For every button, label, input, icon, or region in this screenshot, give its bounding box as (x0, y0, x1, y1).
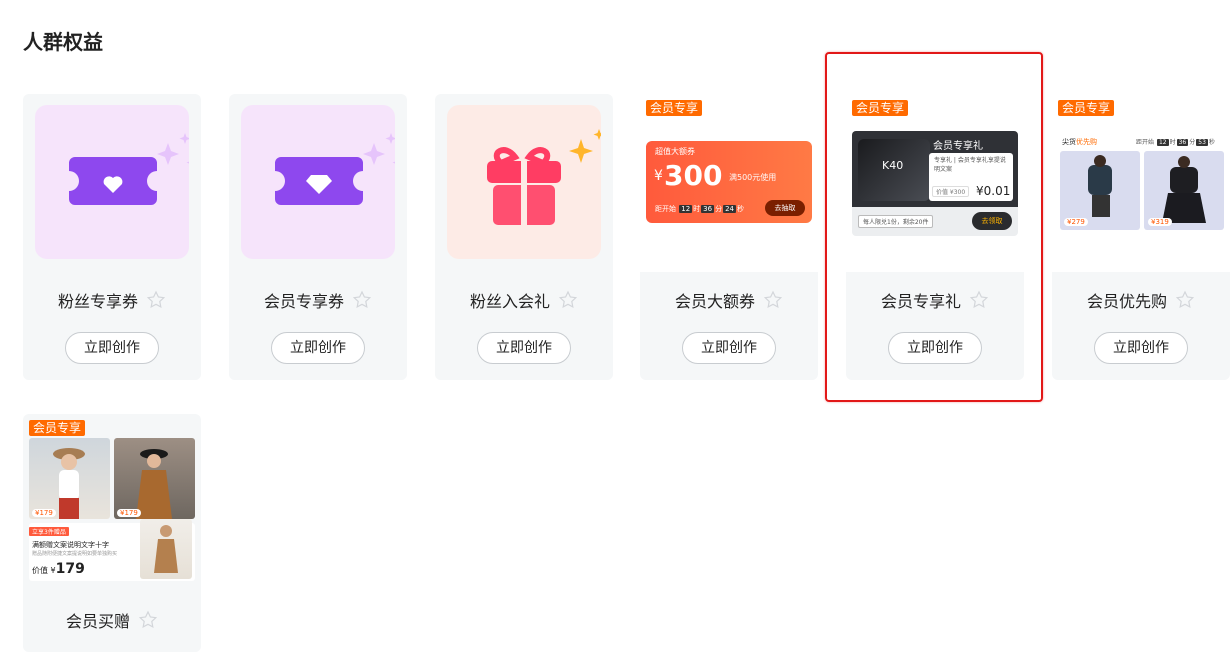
coupon-cta: 去抽取 (765, 200, 805, 216)
card-footer: 会员专享券 立即创作 (229, 272, 407, 380)
star-outline-icon[interactable] (138, 610, 158, 634)
fan-join-gift-thumb (447, 105, 605, 259)
priority-preview: 尖货优先购 距开始 12 时 36 分 53 秒 ¥279 ¥319 (1058, 132, 1226, 232)
star-outline-icon[interactable] (763, 290, 783, 314)
coupon-currency: ¥ (654, 168, 663, 184)
selected-card-highlight (825, 52, 1043, 402)
member-exclusive-badge: 会员专享 (1058, 100, 1115, 116)
card-name: 会员优先购 (1052, 288, 1230, 314)
member-exclusive-badge: 会员专享 (29, 420, 86, 436)
card-footer: 粉丝入会礼 立即创作 (435, 272, 613, 380)
member-exclusive-badge: 会员专享 (646, 100, 703, 116)
card-footer: 会员优先购 立即创作 (1052, 272, 1230, 380)
card-name: 粉丝入会礼 (435, 288, 613, 314)
section-title: 人群权益 (23, 30, 103, 54)
star-outline-icon[interactable] (1175, 290, 1195, 314)
coupon-amount: 300 (664, 159, 723, 192)
gift-value: 价值 ¥179 (32, 561, 85, 577)
diamond-ticket-icon (275, 133, 404, 205)
product-image: ¥179 (114, 438, 195, 519)
card-fan-coupon[interactable]: 粉丝专享券 立即创作 (23, 94, 201, 380)
create-button[interactable]: 立即创作 (477, 332, 571, 364)
star-outline-icon[interactable] (558, 290, 578, 314)
member-coupon-thumb (241, 105, 404, 259)
gift-line1: 满额赠文案说明文字十字 (32, 541, 109, 549)
card-footer: 会员大额券 立即创作 (640, 272, 818, 380)
card-footer: 会员买赠 (23, 588, 201, 652)
create-button[interactable]: 立即创作 (65, 332, 159, 364)
card-name: 粉丝专享券 (23, 288, 201, 314)
create-button[interactable]: 立即创作 (1094, 332, 1188, 364)
heart-ticket-icon (69, 133, 198, 205)
gift-box-icon (487, 129, 605, 225)
fan-coupon-thumb (35, 105, 198, 259)
coupon-countdown: 距开始 12 时 36 分 24 秒 (655, 205, 744, 213)
card-member-buy-gift[interactable]: 会员专享 ¥179 ¥179 立享3件赠品 满额赠文案说明文字十字 赠品随附便捷… (23, 414, 201, 652)
card-name: 会员大额券 (640, 288, 818, 314)
create-button[interactable]: 立即创作 (271, 332, 365, 364)
buy-gift-preview: ¥179 ¥179 立享3件赠品 满额赠文案说明文字十字 赠品随附便捷文案提说明… (29, 438, 195, 582)
card-name: 会员专享券 (229, 288, 407, 314)
product-image: ¥279 (1060, 151, 1140, 230)
gift-line2: 赠品随附便捷文案提说明如要单独购买 (32, 551, 118, 557)
star-outline-icon[interactable] (146, 290, 166, 314)
product-image: ¥179 (29, 438, 110, 519)
priority-title: 尖货优先购 (1062, 138, 1097, 146)
coupon-title: 超值大额券 (655, 147, 695, 156)
card-name: 会员买赠 (23, 608, 201, 634)
coupon-preview: 超值大额券 ¥ 300 满500元使用 距开始 12 时 36 分 24 秒 去抽取 (646, 141, 812, 223)
gift-tag: 立享3件赠品 (29, 527, 69, 536)
create-button[interactable]: 立即创作 (682, 332, 776, 364)
priority-countdown: 距开始 12 时 36 分 53 秒 (1136, 139, 1215, 146)
product-image (140, 519, 192, 579)
star-outline-icon[interactable] (352, 290, 372, 314)
card-member-big-coupon[interactable]: 会员专享 超值大额券 ¥ 300 满500元使用 距开始 12 时 36 分 24 秒 去… (640, 94, 818, 380)
card-fan-join-gift[interactable]: 粉丝入会礼 立即创作 (435, 94, 613, 380)
card-member-coupon[interactable]: 会员专享券 立即创作 (229, 94, 407, 380)
card-member-priority-buy[interactable]: 会员专享 尖货优先购 距开始 12 时 36 分 53 秒 ¥279 ¥319 会员优先购… (1052, 94, 1230, 380)
product-image: ¥319 (1144, 151, 1224, 230)
coupon-condition: 满500元使用 (729, 173, 777, 182)
card-footer: 粉丝专享券 立即创作 (23, 272, 201, 380)
